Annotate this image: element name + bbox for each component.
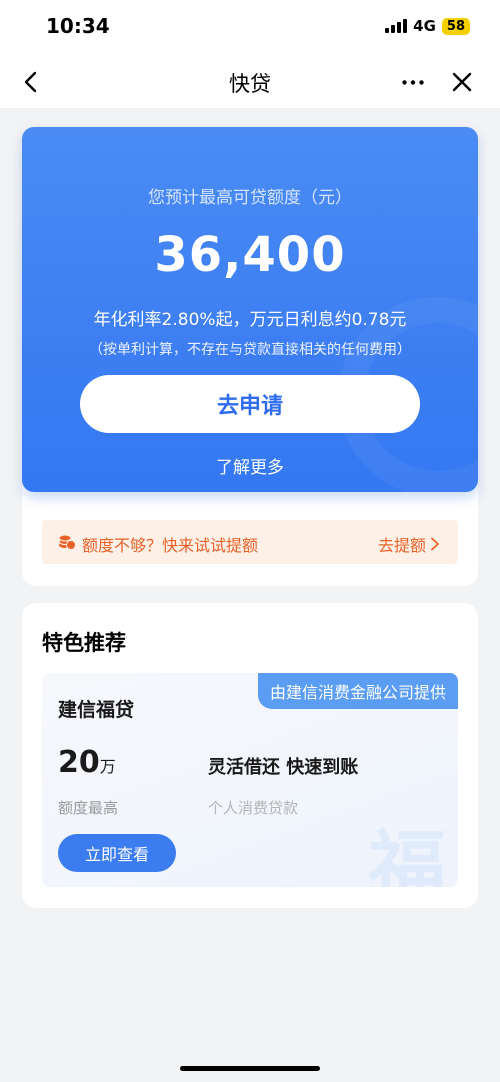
- view-now-button[interactable]: 立即查看: [58, 834, 176, 872]
- max-amount-label: 额度最高: [58, 799, 119, 817]
- product-card[interactable]: 福 由建信消费金融公司提供 建信福贷 20万 额度最高 灵活借还 快速到账 个人…: [42, 673, 458, 887]
- provider-tag: 由建信消费金融公司提供: [257, 673, 458, 709]
- apply-button[interactable]: 去申请: [80, 375, 420, 433]
- recommend-section: 特色推荐 福 由建信消费金融公司提供 建信福贷 20万 额度最高 灵活借还 快速…: [22, 603, 478, 908]
- increase-quota-link[interactable]: 去提额: [378, 532, 440, 556]
- section-title: 特色推荐: [42, 631, 126, 655]
- loan-card: 您预计最高可贷额度（元） 36,400 年化利率2.80%起，万元日利息约0.7…: [22, 127, 478, 586]
- credit-hero: 您预计最高可贷额度（元） 36,400 年化利率2.80%起，万元日利息约0.7…: [22, 127, 478, 492]
- learn-more-link[interactable]: 了解更多: [22, 453, 478, 478]
- interest-rate-text: 年化利率2.80%起，万元日利息约0.78元: [93, 310, 407, 330]
- product-category: 个人消费贷款: [208, 799, 299, 817]
- nav-bar: 快贷: [0, 56, 500, 108]
- product-name: 建信福贷: [58, 699, 135, 721]
- credit-limit-label: 您预计最高可贷额度（元）: [148, 188, 352, 208]
- battery-level: 58: [441, 17, 470, 35]
- watermark-glyph: 福: [367, 823, 446, 887]
- network-type: 4G: [413, 17, 436, 35]
- status-bar: 10:34 4G 58: [0, 0, 500, 56]
- status-indicators: 4G 58: [385, 17, 470, 35]
- home-indicator: [180, 1066, 320, 1071]
- close-icon[interactable]: [448, 68, 476, 96]
- interest-note: （按单利计算，不存在与贷款直接相关的任何费用）: [89, 342, 411, 358]
- max-amount: 20万: [58, 745, 116, 780]
- increase-quota-label: 去提额: [377, 536, 426, 555]
- status-time: 10:34: [46, 14, 110, 38]
- chevron-right-icon: [431, 537, 439, 551]
- credit-limit-amount: 36,400: [154, 227, 346, 283]
- coin-stack-icon: [58, 534, 76, 550]
- more-dots-icon[interactable]: [402, 80, 424, 85]
- signal-icon: [385, 19, 408, 33]
- product-feature: 灵活借还 快速到账: [208, 757, 359, 778]
- max-amount-unit: 万: [99, 757, 116, 776]
- quota-text: 额度不够？快来试试提额: [82, 536, 259, 555]
- max-amount-number: 20: [58, 745, 100, 780]
- page-title: 快贷: [229, 72, 271, 96]
- quota-increase-banner[interactable]: 额度不够？快来试试提额 去提额: [42, 520, 458, 564]
